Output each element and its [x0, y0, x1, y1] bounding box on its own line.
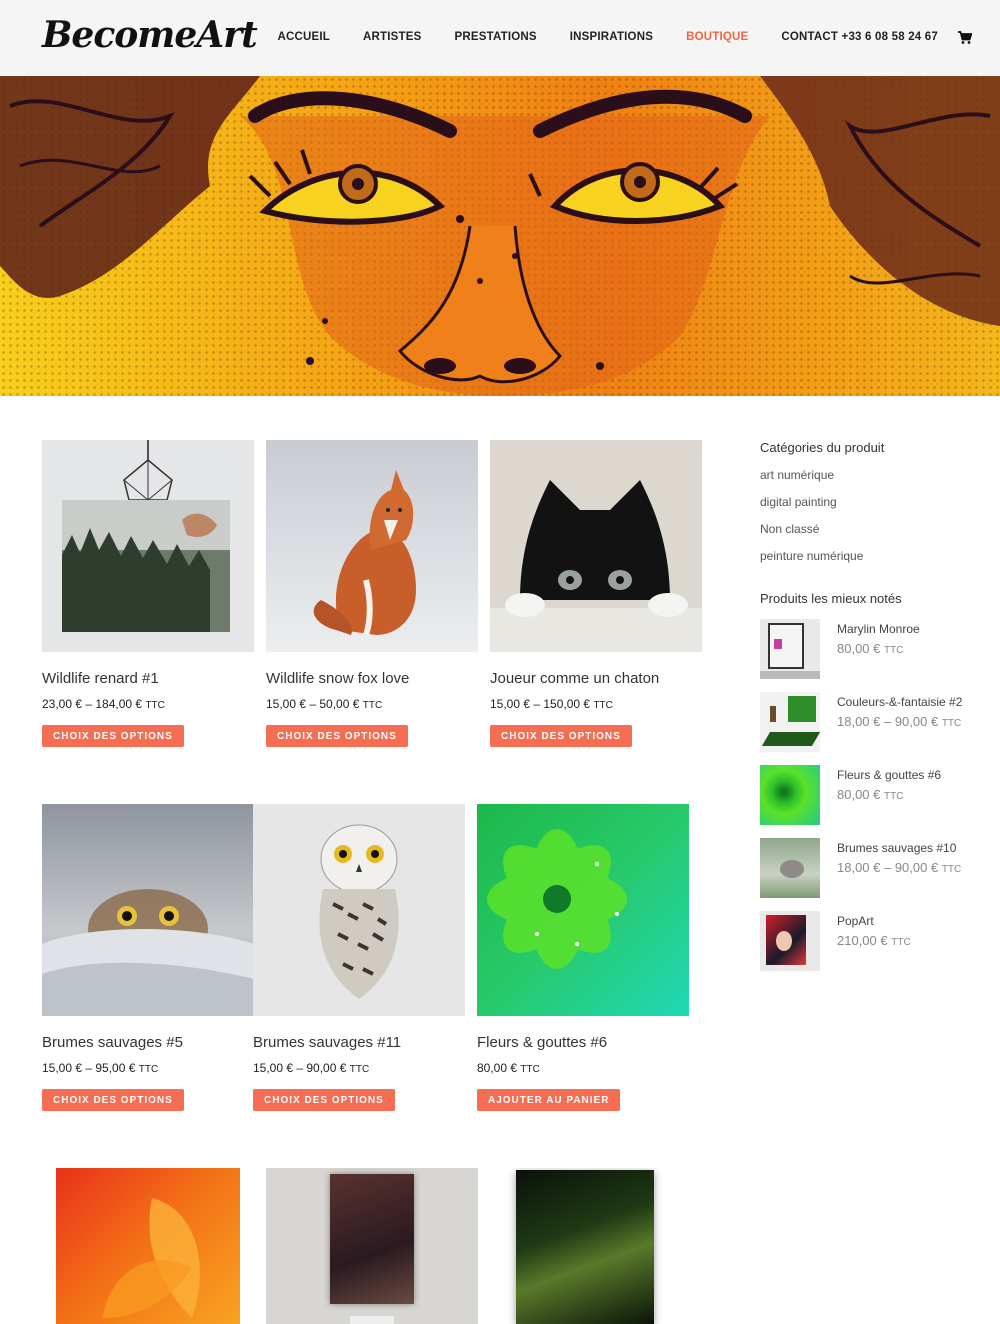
top-rated-price: 210,00 € TTC	[837, 933, 911, 948]
category-link[interactable]: art numérique	[760, 468, 980, 482]
nav-boutique[interactable]: BOUTIQUE	[686, 31, 748, 43]
top-rated-name[interactable]: Fleurs & gouttes #6	[837, 768, 941, 782]
shop-sidebar: Catégories du produit art numérique digi…	[760, 440, 980, 971]
product-title[interactable]: Wildlife renard #1	[42, 670, 254, 687]
top-rated-thumbnail[interactable]	[760, 765, 820, 825]
choose-options-button[interactable]: CHOIX DES OPTIONS	[266, 725, 408, 747]
category-link[interactable]: digital painting	[760, 495, 980, 509]
product-image[interactable]	[253, 804, 465, 1016]
product-card: Joueur comme un chaton 15,00 € – 150,00 …	[490, 440, 702, 747]
top-rated-heading: Produits les mieux notés	[760, 591, 902, 606]
product-card: Fleurs & gouttes #6 80,00 € TTC AJOUTER …	[477, 804, 689, 1111]
choose-options-button[interactable]: CHOIX DES OPTIONS	[42, 1089, 184, 1111]
site-logo[interactable]: BecomeArt	[42, 14, 258, 56]
top-rated-info: Fleurs & gouttes #6 80,00 € TTC	[837, 768, 941, 825]
product-image[interactable]	[42, 804, 254, 1016]
product-card: Wildlife snow fox love 15,00 € – 50,00 €…	[266, 440, 478, 747]
product-title[interactable]: Joueur comme un chaton	[490, 670, 702, 687]
product-card: Brumes sauvages #11 15,00 € – 90,00 € TT…	[253, 804, 465, 1111]
top-rated-item[interactable]: PopArt 210,00 € TTC	[760, 911, 980, 971]
product-image[interactable]	[266, 440, 478, 652]
product-card: Wildlife renard #1 23,00 € – 184,00 € TT…	[42, 440, 254, 747]
product-title[interactable]: Wildlife snow fox love	[266, 670, 478, 687]
top-rated-name[interactable]: PopArt	[837, 914, 911, 928]
product-price: 15,00 € – 50,00 € TTC	[266, 697, 383, 711]
top-rated-price: 80,00 € TTC	[837, 641, 904, 656]
top-rated-info: Marylin Monroe 80,00 € TTC	[837, 622, 920, 679]
top-rated-item[interactable]: Fleurs & gouttes #6 80,00 € TTC	[760, 765, 980, 825]
top-rated-thumbnail[interactable]	[760, 911, 820, 971]
top-rated-item[interactable]: Couleurs-&-fantaisie #2 18,00 € – 90,00 …	[760, 692, 980, 752]
top-rated-price: 18,00 € – 90,00 € TTC	[837, 714, 962, 729]
top-rated-price: 18,00 € – 90,00 € TTC	[837, 860, 962, 875]
product-price: 15,00 € – 90,00 € TTC	[253, 1061, 370, 1075]
top-rated-price: 80,00 € TTC	[837, 787, 904, 802]
product-image[interactable]	[490, 440, 702, 652]
product-price: 80,00 € TTC	[477, 1061, 540, 1075]
choose-options-button[interactable]: CHOIX DES OPTIONS	[42, 725, 184, 747]
hero-banner: ›	[0, 76, 1000, 396]
top-rated-item[interactable]: Marylin Monroe 80,00 € TTC	[760, 619, 980, 679]
product-price: 15,00 € – 95,00 € TTC	[42, 1061, 159, 1075]
top-rated-thumbnail[interactable]	[760, 692, 820, 752]
nav-contact[interactable]: CONTACT +33 6 08 58 24 67	[781, 31, 938, 43]
product-price: 23,00 € – 184,00 € TTC	[42, 697, 165, 711]
nav-inspirations[interactable]: INSPIRATIONS	[570, 31, 653, 43]
product-price: 15,00 € – 150,00 € TTC	[490, 697, 613, 711]
product-title[interactable]: Brumes sauvages #11	[253, 1034, 465, 1051]
nav-accueil[interactable]: ACCUEIL	[277, 31, 330, 43]
top-rated-thumbnail[interactable]	[760, 619, 820, 679]
category-link[interactable]: peinture numérique	[760, 549, 980, 563]
product-title[interactable]: Fleurs & gouttes #6	[477, 1034, 689, 1051]
shopping-cart-icon[interactable]	[958, 31, 972, 45]
main-nav: ACCUEIL ARTISTES PRESTATIONS INSPIRATION…	[277, 31, 938, 43]
top-rated-info: Brumes sauvages #10 18,00 € – 90,00 € TT…	[837, 841, 961, 898]
product-title[interactable]: Brumes sauvages #5	[42, 1034, 254, 1051]
product-image[interactable]	[490, 1168, 702, 1324]
product-image[interactable]	[477, 804, 689, 1016]
top-rated-name[interactable]: Brumes sauvages #10	[837, 841, 961, 855]
top-rated-name[interactable]: Couleurs-&-fantaisie #2	[837, 695, 962, 709]
categories-heading: Catégories du produit	[760, 440, 885, 455]
product-image[interactable]	[266, 1168, 478, 1324]
top-rated-thumbnail[interactable]	[760, 838, 820, 898]
choose-options-button[interactable]: CHOIX DES OPTIONS	[253, 1089, 395, 1111]
top-rated-info: PopArt 210,00 € TTC	[837, 914, 911, 971]
product-card: Brumes sauvages #5 15,00 € – 95,00 € TTC…	[42, 804, 254, 1111]
top-rated-widget: Produits les mieux notés Marylin Monroe …	[760, 591, 980, 971]
choose-options-button[interactable]: CHOIX DES OPTIONS	[490, 725, 632, 747]
site-header: BecomeArt ACCUEIL ARTISTES PRESTATIONS I…	[0, 0, 1000, 76]
top-rated-name[interactable]: Marylin Monroe	[837, 622, 920, 636]
category-list: art numérique digital painting Non class…	[760, 468, 980, 563]
nav-artistes[interactable]: ARTISTES	[363, 31, 421, 43]
nav-prestations[interactable]: PRESTATIONS	[454, 31, 536, 43]
top-rated-item[interactable]: Brumes sauvages #10 18,00 € – 90,00 € TT…	[760, 838, 980, 898]
popart-face-illustration	[0, 76, 1000, 396]
product-image[interactable]	[42, 440, 254, 652]
add-to-cart-button[interactable]: AJOUTER AU PANIER	[477, 1089, 621, 1111]
top-rated-info: Couleurs-&-fantaisie #2 18,00 € – 90,00 …	[837, 695, 962, 752]
category-link[interactable]: Non classé	[760, 522, 980, 536]
product-image[interactable]	[42, 1168, 254, 1324]
